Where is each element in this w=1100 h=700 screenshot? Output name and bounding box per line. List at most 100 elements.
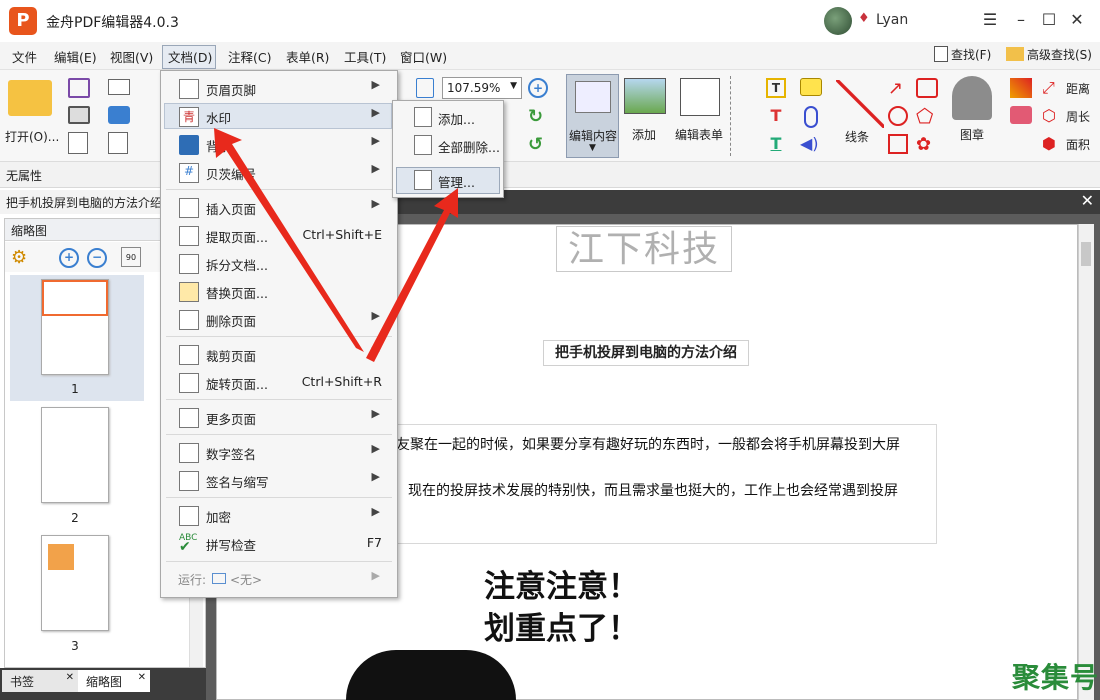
tab-bookmarks[interactable]: 书签 ✕ bbox=[2, 670, 78, 692]
stamp-label[interactable]: 图章 bbox=[960, 126, 984, 143]
rectangle-tool-icon[interactable] bbox=[888, 134, 908, 154]
menu-item-replace-page[interactable]: 替换页面... bbox=[162, 278, 394, 304]
advanced-find-button[interactable]: 高级查找(S) bbox=[1006, 46, 1092, 63]
export-icon[interactable] bbox=[68, 132, 88, 154]
document-tab[interactable]: 把手机投屏到电脑的方法介绍 bbox=[0, 190, 165, 214]
text-box-icon[interactable]: T bbox=[766, 78, 786, 98]
close-tab-icon[interactable]: ✕ bbox=[1081, 191, 1094, 210]
menu-item-split-document[interactable]: 拆分文档... bbox=[162, 250, 394, 276]
strikethrough-icon[interactable]: T bbox=[766, 106, 786, 126]
line-label[interactable]: 线条 bbox=[845, 128, 869, 145]
menu-tools[interactable]: 工具(T) bbox=[344, 47, 386, 66]
cloud-tool-icon[interactable]: ✿ bbox=[916, 134, 938, 155]
gear-icon[interactable]: ⚙ bbox=[11, 247, 27, 268]
user-avatar[interactable] bbox=[824, 7, 852, 35]
attachment-icon[interactable] bbox=[804, 106, 818, 128]
polygon-tool-icon[interactable]: ⬠ bbox=[916, 106, 938, 126]
new-doc-icon[interactable] bbox=[108, 132, 128, 154]
watermark-icon: 青 bbox=[179, 107, 199, 127]
underline-icon[interactable]: T bbox=[766, 134, 786, 154]
edit-form-label[interactable]: 编辑表单 bbox=[675, 126, 723, 143]
polyline-tool-icon[interactable] bbox=[916, 78, 938, 98]
stamp-icon[interactable] bbox=[952, 76, 992, 120]
ellipse-tool-icon[interactable] bbox=[888, 106, 908, 126]
menu-annotate[interactable]: 注释(C) bbox=[228, 47, 271, 66]
digital-signature-icon bbox=[179, 443, 199, 463]
edit-content-button[interactable]: 编辑内容 ▼ bbox=[566, 74, 619, 158]
zoom-out-icon[interactable]: − bbox=[87, 248, 107, 268]
menu-view[interactable]: 视图(V) bbox=[110, 47, 153, 66]
line-tool-icon[interactable] bbox=[836, 80, 884, 128]
menu-item-rotate-page[interactable]: 旋转页面... Ctrl+Shift+R bbox=[162, 369, 394, 395]
menu-item-extract-page[interactable]: 提取页面... Ctrl+Shift+E bbox=[162, 222, 394, 248]
pencil-icon[interactable] bbox=[1010, 78, 1032, 98]
open-folder-icon[interactable] bbox=[8, 80, 52, 116]
open-label[interactable]: 打开(O)... bbox=[5, 128, 59, 145]
menu-item-digital-signature[interactable]: 数字签名 ▶ bbox=[162, 439, 394, 465]
arrow-tool-icon[interactable]: ↗ bbox=[888, 78, 910, 99]
menu-item-more-pages[interactable]: 更多页面 ▶ bbox=[162, 404, 394, 430]
area-icon[interactable]: ⬢ bbox=[1042, 134, 1062, 153]
menu-edit[interactable]: 编辑(E) bbox=[54, 47, 97, 66]
close-window-icon[interactable]: ✕ bbox=[1064, 8, 1090, 32]
zoom-select[interactable]: 107.59% ▼ bbox=[442, 77, 522, 99]
menu-item-crop-page[interactable]: 裁剪页面 ▶ bbox=[162, 341, 394, 367]
distance-label[interactable]: 距离 bbox=[1066, 80, 1090, 97]
distance-icon[interactable]: ⤢ bbox=[1042, 78, 1062, 97]
submenu-item-manage[interactable]: 管理... bbox=[396, 167, 500, 194]
close-icon[interactable]: ✕ bbox=[138, 672, 146, 683]
menu-item-spell-check[interactable]: ABC ✔ 拼写检查 F7 bbox=[162, 530, 394, 556]
add-label[interactable]: 添加 bbox=[632, 126, 656, 143]
find-button[interactable]: 查找(F) bbox=[934, 46, 991, 63]
add-image-icon[interactable] bbox=[624, 78, 666, 114]
rotate-cw-icon[interactable]: ↻ bbox=[528, 106, 548, 127]
scrollbar-thumb[interactable] bbox=[1081, 242, 1091, 266]
user-name[interactable]: Lyan bbox=[876, 12, 908, 28]
menu-item-background[interactable]: 背景 ▶ bbox=[162, 131, 394, 157]
maximize-icon[interactable]: ☐ bbox=[1036, 8, 1062, 32]
page-thumbnail[interactable] bbox=[41, 407, 109, 503]
menu-form[interactable]: 表单(R) bbox=[286, 47, 329, 66]
print-icon[interactable] bbox=[68, 106, 90, 124]
eraser-icon[interactable] bbox=[1010, 106, 1032, 124]
comment-icon[interactable] bbox=[800, 78, 822, 96]
menu-item-label: 旋转页面... bbox=[206, 377, 268, 392]
rotate-90-icon[interactable]: 90 bbox=[121, 247, 141, 267]
save-icon[interactable] bbox=[68, 78, 90, 98]
rotate-ccw-icon[interactable]: ↺ bbox=[528, 134, 548, 155]
menu-item-bates-number[interactable]: # 贝茨编号 ▶ bbox=[162, 159, 394, 185]
close-icon[interactable]: ✕ bbox=[66, 672, 74, 683]
minimize-icon[interactable]: – bbox=[1008, 8, 1034, 32]
perimeter-icon[interactable]: ⬡ bbox=[1042, 106, 1062, 125]
submenu-arrow-icon: ▶ bbox=[371, 162, 380, 175]
page-thumbnail[interactable] bbox=[41, 279, 109, 375]
menu-document[interactable]: 文档(D) bbox=[168, 47, 212, 66]
menu-item-sign-initials[interactable]: 签名与缩写 ▶ bbox=[162, 467, 394, 493]
submenu-item-delete-all[interactable]: 全部删除... bbox=[396, 132, 500, 158]
area-label[interactable]: 面积 bbox=[1066, 136, 1090, 153]
zoom-in-icon[interactable]: + bbox=[528, 78, 548, 98]
menu-item-delete-page[interactable]: 删除页面 ▶ bbox=[162, 306, 394, 332]
edit-form-icon[interactable] bbox=[680, 78, 720, 116]
email-icon[interactable] bbox=[108, 79, 130, 95]
submenu-arrow-icon: ▶ bbox=[371, 344, 380, 357]
menu-file[interactable]: 文件 bbox=[12, 47, 37, 66]
tab-thumbnails[interactable]: 缩略图 ✕ bbox=[78, 670, 150, 692]
menu-item-insert-page[interactable]: 插入页面 ▶ bbox=[162, 194, 394, 220]
fit-page-icon[interactable] bbox=[416, 78, 434, 98]
cloud-upload-icon[interactable] bbox=[108, 106, 130, 124]
document-scrollbar[interactable] bbox=[1078, 224, 1094, 700]
zoom-in-icon[interactable]: + bbox=[59, 248, 79, 268]
menu-item-header-footer[interactable]: 页眉页脚 ▶ bbox=[162, 75, 394, 101]
sound-icon[interactable]: ◀) bbox=[800, 134, 822, 154]
menu-item-watermark[interactable]: 青 水印 ▶ bbox=[162, 103, 394, 129]
tab-bookmarks-label: 书签 bbox=[10, 675, 35, 689]
perimeter-label[interactable]: 周长 bbox=[1066, 108, 1090, 125]
page-thumbnail[interactable] bbox=[41, 535, 109, 631]
menu-window[interactable]: 窗口(W) bbox=[400, 47, 447, 66]
text-field-tools-icon[interactable] bbox=[730, 76, 752, 156]
menu-item-encrypt[interactable]: 加密 ▶ bbox=[162, 502, 394, 528]
hamburger-menu-icon[interactable]: ☰ bbox=[977, 8, 1003, 32]
menu-item-run[interactable]: 运行: <无> ▶ bbox=[162, 566, 394, 592]
submenu-item-add[interactable]: 添加... bbox=[396, 104, 500, 130]
